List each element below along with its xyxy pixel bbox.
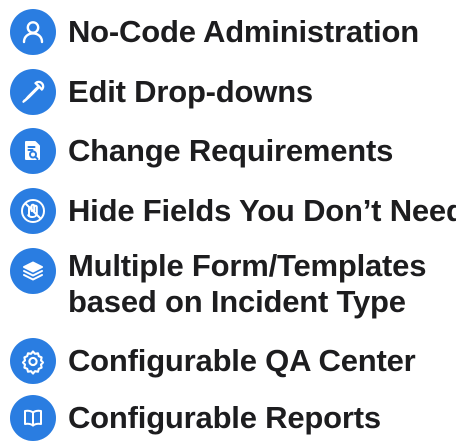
layers-icon [10,248,56,294]
feature-change-requirements: Change Requirements [10,128,393,174]
hide-hand-icon [10,188,56,234]
feature-label-line-2: based on Incident Type [68,284,406,319]
feature-label: Hide Fields You Don’t Need [68,193,456,228]
feature-list: No-Code Administration Edit Drop-downs C… [0,0,456,441]
feature-label-block: Multiple Form/Templates based on Inciden… [68,248,426,320]
feature-hide-fields: Hide Fields You Don’t Need [10,188,456,234]
feature-edit-drop-downs: Edit Drop-downs [10,69,313,115]
user-icon [10,9,56,55]
feature-label: Change Requirements [68,133,394,168]
feature-label: Configurable Reports [68,400,381,435]
dropper-icon [10,69,56,115]
feature-configurable-reports: Configurable Reports [10,395,381,441]
book-icon [10,395,56,441]
feature-no-code-administration: No-Code Administration [10,9,419,55]
feature-label-line-1: Multiple Form/Templates [68,248,427,283]
feature-label: Configurable QA Center [68,343,416,378]
feature-label: No-Code Administration [68,14,419,49]
feature-multiple-form-templates: Multiple Form/Templates based on Inciden… [10,248,426,320]
gear-icon [10,338,56,384]
feature-configurable-qa-center: Configurable QA Center [10,338,416,384]
document-search-icon [10,128,56,174]
feature-label: Edit Drop-downs [68,74,313,109]
